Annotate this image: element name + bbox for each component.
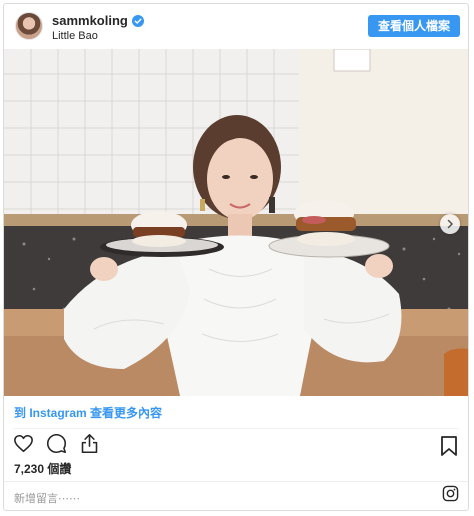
- action-bar: [12, 432, 100, 454]
- location-link[interactable]: Little Bao: [52, 30, 98, 42]
- like-button[interactable]: [12, 432, 34, 454]
- view-more-on-instagram-link[interactable]: 到 Instagram 查看更多內容: [14, 404, 162, 421]
- share-button[interactable]: [78, 432, 100, 454]
- post-photo[interactable]: [4, 49, 468, 396]
- username-row: sammkoling: [52, 13, 144, 28]
- post-header: sammkoling Little Bao 查看個人檔案: [4, 4, 468, 49]
- instagram-logo-icon[interactable]: [442, 485, 459, 502]
- avatar[interactable]: [15, 12, 43, 40]
- verified-badge-icon: [131, 14, 144, 27]
- chevron-right-icon: [447, 219, 454, 229]
- heart-icon: [13, 434, 33, 452]
- photo-illustration: [4, 49, 468, 396]
- share-icon: [81, 433, 97, 453]
- next-photo-button[interactable]: [440, 214, 460, 234]
- view-profile-button[interactable]: 查看個人檔案: [367, 15, 460, 37]
- comment-bubble-icon: [46, 433, 66, 453]
- add-comment-input[interactable]: 新增留言⋯⋯: [14, 490, 80, 506]
- instagram-embed-card: sammkoling Little Bao 查看個人檔案 到 Instagram…: [3, 3, 469, 511]
- divider: [4, 481, 468, 482]
- comment-button[interactable]: [45, 432, 67, 454]
- divider: [14, 428, 458, 429]
- like-count[interactable]: 7,230 個讚: [14, 460, 71, 477]
- bookmark-icon[interactable]: [440, 435, 458, 457]
- username-link[interactable]: sammkoling: [52, 13, 128, 28]
